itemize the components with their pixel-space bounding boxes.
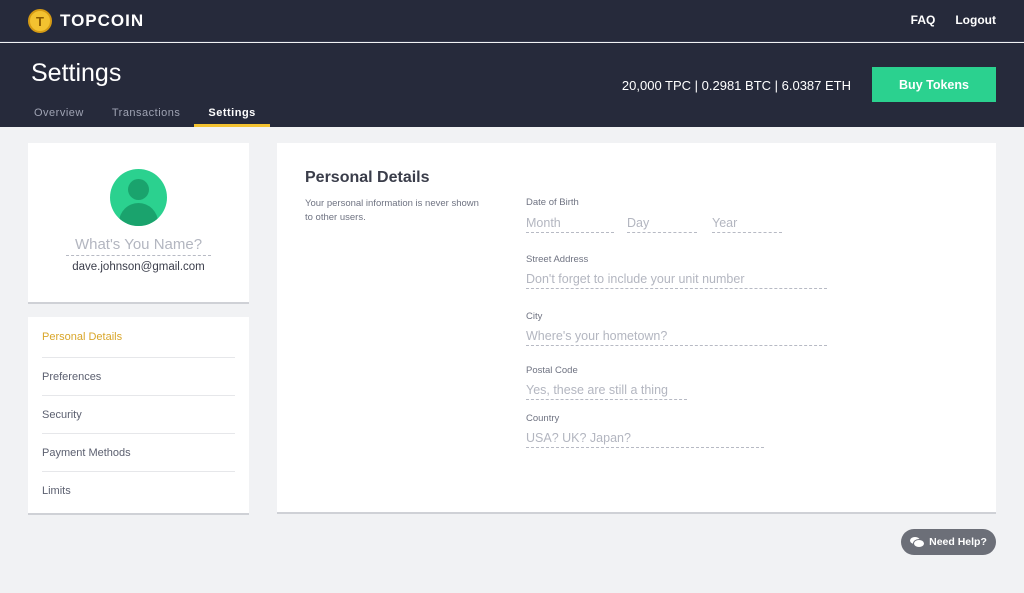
name-input[interactable]: [66, 234, 211, 256]
menu-item-payment-methods[interactable]: Payment Methods: [42, 434, 235, 472]
dob-label: Date of Birth: [526, 197, 579, 208]
dob-year-input[interactable]: [712, 213, 782, 233]
postal-code-label: Postal Code: [526, 365, 578, 376]
page-header: Settings Overview Transactions Settings …: [0, 43, 1024, 127]
avatar-icon[interactable]: [110, 169, 167, 226]
buy-tokens-button[interactable]: Buy Tokens: [872, 67, 996, 102]
header-tabs: Overview Transactions Settings: [20, 101, 271, 127]
tab-settings[interactable]: Settings: [194, 101, 271, 127]
tab-overview[interactable]: Overview: [20, 101, 98, 127]
page-title: Settings: [31, 59, 122, 87]
menu-item-limits[interactable]: Limits: [42, 472, 235, 510]
avatar-head: [128, 179, 149, 200]
chat-bubbles-icon: [910, 536, 925, 548]
faq-link[interactable]: FAQ: [911, 13, 936, 27]
city-input[interactable]: [526, 326, 827, 346]
country-input[interactable]: [526, 428, 764, 448]
avatar-body: [119, 203, 158, 226]
postal-code-input[interactable]: [526, 380, 687, 400]
dob-month-input[interactable]: [526, 213, 614, 233]
top-navbar: T TOPCOIN FAQ Logout: [0, 0, 1024, 42]
logout-link[interactable]: Logout: [955, 13, 996, 27]
settings-side-menu: Personal Details Preferences Security Pa…: [28, 317, 249, 515]
brand-logo[interactable]: T TOPCOIN: [28, 9, 144, 33]
menu-item-personal-details[interactable]: Personal Details: [42, 317, 235, 358]
coin-logo-icon: T: [28, 9, 52, 33]
section-description: Your personal information is never shown…: [305, 198, 479, 223]
dob-day-input[interactable]: [627, 213, 697, 233]
wallet-balance: 20,000 TPC | 0.2981 BTC | 6.0387 ETH: [621, 78, 851, 93]
tab-transactions[interactable]: Transactions: [98, 101, 195, 127]
menu-item-security[interactable]: Security: [42, 396, 235, 434]
user-email: dave.johnson@gmail.com: [72, 261, 205, 273]
need-help-label: Need Help?: [929, 536, 987, 548]
personal-details-card: Personal Details Your personal informati…: [277, 143, 996, 514]
profile-card: dave.johnson@gmail.com: [28, 143, 249, 304]
brand-name: TOPCOIN: [60, 11, 145, 30]
street-address-input[interactable]: [526, 269, 827, 289]
topnav-links: FAQ Logout: [911, 13, 996, 27]
section-title: Personal Details: [305, 169, 430, 186]
need-help-button[interactable]: Need Help?: [901, 529, 996, 555]
city-label: City: [526, 311, 543, 322]
menu-item-preferences[interactable]: Preferences: [42, 358, 235, 396]
country-label: Country: [526, 413, 560, 424]
street-label: Street Address: [526, 254, 589, 265]
